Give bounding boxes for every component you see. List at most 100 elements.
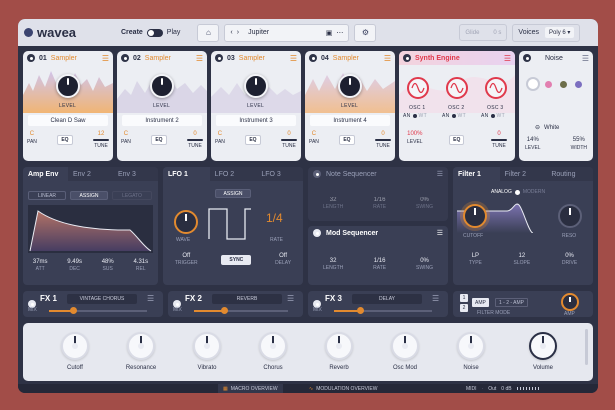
level-knob[interactable] <box>244 74 268 98</box>
osc3-knob[interactable] <box>485 77 507 99</box>
eq-button[interactable]: EQ <box>57 135 73 145</box>
noise-white-swatch[interactable] <box>528 79 538 89</box>
resonance-knob[interactable] <box>558 204 582 228</box>
macro-knob-chorus[interactable] <box>259 332 287 360</box>
level-knob[interactable] <box>150 74 174 98</box>
lfo-assign-button[interactable]: ASSIGN <box>215 189 251 198</box>
menu-icon[interactable]: ☰ <box>287 294 294 303</box>
settings-button[interactable]: ⚙ <box>354 23 377 42</box>
cutoff-knob[interactable] <box>463 204 487 228</box>
filter-model-switch[interactable]: ANALOG MODERN <box>491 189 545 195</box>
tab-filter-1[interactable]: Filter 1 <box>453 167 500 181</box>
power-icon[interactable] <box>313 170 321 178</box>
macro-knob-resonance[interactable] <box>127 332 155 360</box>
fx-2-mix-handle[interactable] <box>221 307 228 314</box>
pan-value[interactable]: C <box>312 131 316 137</box>
mod-length-control[interactable]: 32 LENGTH <box>323 258 343 271</box>
level-knob[interactable] <box>56 74 80 98</box>
tune-slider[interactable] <box>375 139 391 141</box>
sustain-control[interactable]: 48% SUS <box>102 259 114 272</box>
mode-switch[interactable]: Create Play <box>121 28 180 37</box>
menu-icon[interactable]: ☰ <box>432 294 439 303</box>
noise-type[interactable]: ⊖ White <box>535 124 559 132</box>
osc1-knob[interactable] <box>407 77 429 99</box>
fx-1-mix-handle[interactable] <box>70 307 77 314</box>
serial-mode-button[interactable]: 1 - 2 - AMP <box>495 298 529 307</box>
tune-slider[interactable] <box>491 139 507 141</box>
note-length-control[interactable]: 32 LENGTH <box>323 197 343 210</box>
power-icon[interactable] <box>215 54 223 62</box>
menu-icon[interactable]: ☰ <box>437 170 443 178</box>
tab-lfo-2[interactable]: LFO 2 <box>209 167 257 181</box>
menu-icon[interactable]: ☰ <box>196 54 203 63</box>
attack-control[interactable]: 37ms ATT <box>33 259 48 272</box>
prev-preset-icon[interactable]: ‹ <box>230 29 232 36</box>
tab-env-3[interactable]: Env 3 <box>113 167 158 181</box>
menu-icon[interactable]: ☰ <box>102 54 109 63</box>
linear-button[interactable]: LINEAR <box>28 191 66 200</box>
assign-button[interactable]: ASSIGN <box>70 191 108 200</box>
sample-name[interactable]: Instrument 4 <box>310 115 390 126</box>
tune-slider[interactable] <box>187 139 203 141</box>
macro-knob-cutoff[interactable] <box>61 332 89 360</box>
pan-value[interactable]: C <box>30 131 34 137</box>
macro-knob-vibrato[interactable] <box>193 332 221 360</box>
eq-button[interactable]: EQ <box>245 135 261 145</box>
filter-type-control[interactable]: LP TYPE <box>469 253 482 266</box>
tab-lfo-1[interactable]: LFO 1 <box>163 167 210 181</box>
midi-label[interactable]: MIDI <box>466 386 477 392</box>
power-icon[interactable] <box>523 54 531 62</box>
modulation-overview-button[interactable]: ∿ MODULATION OVERVIEW <box>304 384 382 393</box>
menu-icon[interactable]: ☰ <box>384 54 391 63</box>
eq-button[interactable]: EQ <box>151 135 167 145</box>
menu-icon[interactable]: ☰ <box>290 54 297 63</box>
filter-2-badge[interactable]: 2 <box>460 304 468 312</box>
save-icon[interactable]: ▣ <box>326 29 333 37</box>
mod-swing-control[interactable]: 0% SWING <box>416 258 433 271</box>
osc3-mode[interactable]: AN WT <box>481 113 505 119</box>
eq-button[interactable]: EQ <box>449 135 465 145</box>
menu-icon[interactable]: ☰ <box>504 54 511 63</box>
osc1-mode[interactable]: AN WT <box>403 113 427 119</box>
lfo-rate-value[interactable]: 1/4 <box>266 211 283 225</box>
power-icon[interactable] <box>309 54 317 62</box>
noise-level-value[interactable]: 14% <box>527 137 539 143</box>
level-knob[interactable] <box>338 74 362 98</box>
macro-scrollbar[interactable] <box>585 329 588 365</box>
voices-control[interactable]: Voices Poly 6 ▾ <box>512 23 581 42</box>
filter-slope-control[interactable]: 12 SLOPE <box>514 253 531 266</box>
preset-browser[interactable]: ‹ › Jupiter ▣ ⋯ <box>224 23 350 42</box>
filter-1-badge[interactable]: 1 <box>460 294 468 302</box>
osc2-knob[interactable] <box>446 77 468 99</box>
synth-tune-value[interactable]: 0 <box>497 131 500 137</box>
sync-button[interactable]: SYNC <box>221 254 252 265</box>
decay-control[interactable]: 9.49s DEC <box>67 259 82 272</box>
tune-value[interactable]: 0 <box>381 131 384 137</box>
macro-knob-reverb[interactable] <box>325 332 353 360</box>
noise-brown-swatch[interactable] <box>560 81 567 88</box>
pan-value[interactable]: C <box>218 131 222 137</box>
osc2-mode[interactable]: AN WT <box>442 113 466 119</box>
menu-icon[interactable]: ☰ <box>582 54 589 63</box>
noise-violet-swatch[interactable] <box>575 81 582 88</box>
delay-control[interactable]: Off DELAY <box>275 253 291 266</box>
output-level-value[interactable]: 0 dB <box>501 386 511 392</box>
tune-value[interactable]: 12 <box>98 131 105 137</box>
release-control[interactable]: 4.31s REL <box>133 259 148 272</box>
macro-knob-osc-mod[interactable] <box>391 332 419 360</box>
amp-knob[interactable] <box>561 293 579 311</box>
tab-routing[interactable]: Routing <box>546 167 593 181</box>
power-icon[interactable] <box>313 229 321 237</box>
fx-3-mix-handle[interactable] <box>357 307 364 314</box>
legato-button[interactable]: LEGATO <box>112 191 152 200</box>
sample-name[interactable]: Instrument 2 <box>122 115 202 126</box>
glide-control[interactable]: Glide 0 s <box>459 24 508 41</box>
tune-slider[interactable] <box>281 139 297 141</box>
power-icon[interactable] <box>121 54 129 62</box>
voices-select[interactable]: Poly 6 ▾ <box>545 27 575 38</box>
macro-overview-button[interactable]: ▦ MACRO OVERVIEW <box>218 384 283 393</box>
noise-width-value[interactable]: 55% <box>573 137 585 143</box>
menu-icon[interactable]: ☰ <box>437 229 443 237</box>
noise-pink-swatch[interactable] <box>545 81 552 88</box>
envelope-graph[interactable] <box>28 205 153 253</box>
